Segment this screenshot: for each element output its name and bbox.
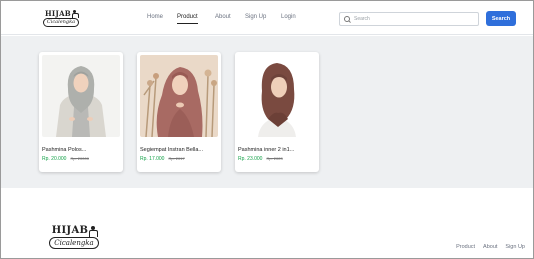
hijab-figure-icon — [89, 225, 99, 237]
product-title[interactable]: Pashmina Polos... — [42, 147, 122, 153]
product-price-row: Rp. 23.000 Rp. 2023 — [238, 156, 283, 162]
footer-links: Product About Sign Up — [456, 244, 525, 250]
logo-top-text: HIJAB — [44, 8, 72, 18]
nav-link-product[interactable]: Product — [177, 13, 198, 24]
footer-logo-bottom-text: Cicalengka — [49, 236, 99, 249]
footer: HIJAB Cicalengka Product About Sign Up — [1, 188, 533, 258]
product-card[interactable]: Pashmina inner 2 in1... Rp. 23.000 Rp. 2… — [235, 52, 319, 172]
product-old-price: Rp. 20000 — [70, 156, 89, 161]
product-image[interactable] — [42, 55, 120, 137]
nav-link-about[interactable]: About — [215, 13, 231, 21]
product-old-price: Rp. 2017 — [168, 156, 185, 161]
product-title[interactable]: Pashmina inner 2 in1... — [238, 147, 318, 153]
search-button[interactable]: Search — [486, 11, 516, 26]
nav-link-home[interactable]: Home — [147, 13, 163, 21]
navbar: HIJAB Cicalengka Home Product About Sign… — [1, 1, 533, 35]
hijab-figure-icon — [72, 9, 80, 18]
footer-logo-wordmark: HIJAB — [51, 224, 99, 237]
woman-grey-hijab-image — [42, 55, 120, 137]
woman-dusty-rose-hijab-image — [140, 55, 218, 137]
footer-link-product[interactable]: Product — [456, 244, 475, 250]
product-title[interactable]: Segiempat Instran Bella... — [140, 147, 220, 153]
footer-link-about[interactable]: About — [483, 244, 497, 250]
search-icon — [344, 15, 351, 23]
product-old-price: Rp. 2023 — [266, 156, 283, 161]
product-card[interactable]: Segiempat Instran Bella... Rp. 17.000 Rp… — [137, 52, 221, 172]
product-price-row: Rp. 17.000 Rp. 2017 — [140, 156, 185, 162]
product-image[interactable] — [238, 55, 316, 137]
product-list: Pashmina Polos... Rp. 20.000 Rp. 20000 S… — [1, 36, 533, 188]
woman-brown-hijab-image — [238, 55, 316, 137]
product-price-row: Rp. 20.000 Rp. 20000 — [42, 156, 89, 162]
search-box — [339, 12, 479, 26]
product-price: Rp. 20.000 — [42, 156, 67, 162]
product-price: Rp. 23.000 — [238, 156, 263, 162]
search-input[interactable] — [354, 16, 474, 22]
nav-link-login[interactable]: Login — [281, 13, 296, 21]
footer-logo-top-text: HIJAB — [51, 224, 89, 236]
product-image[interactable] — [140, 55, 218, 137]
nav-link-sign-up[interactable]: Sign Up — [245, 13, 266, 21]
brand-logo[interactable]: HIJAB Cicalengka — [41, 7, 81, 29]
footer-link-sign-up[interactable]: Sign Up — [505, 244, 525, 250]
product-card[interactable]: Pashmina Polos... Rp. 20.000 Rp. 20000 — [39, 52, 123, 172]
footer-logo[interactable]: HIJAB Cicalengka — [45, 221, 103, 253]
product-price: Rp. 17.000 — [140, 156, 165, 162]
logo-wordmark: HIJAB — [44, 8, 80, 18]
logo-bottom-text: Cicalengka — [42, 17, 80, 27]
